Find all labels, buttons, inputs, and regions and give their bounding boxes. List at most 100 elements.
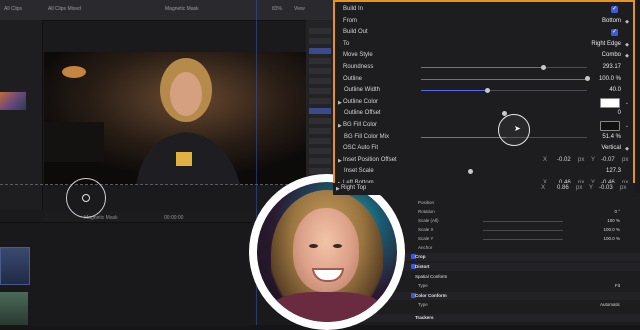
row-inset-scale[interactable]: Inset Scale 127.3 <box>335 166 633 178</box>
bg-fill-color-mix-value[interactable]: 51.4 % <box>602 134 621 140</box>
bg-fill-color-swatch[interactable] <box>600 121 620 131</box>
timeline-clip[interactable] <box>0 292 28 325</box>
timeline[interactable] <box>0 222 252 326</box>
row-outline[interactable]: Outline 100.0 % <box>335 74 633 86</box>
roundness-label: Roundness <box>343 64 374 70</box>
osc-auto-fit-label: OSC Auto Fit <box>343 145 379 152</box>
row-to[interactable]: To Right Edge ◆ <box>335 39 633 51</box>
popup-chevron-icon[interactable]: ◆ <box>625 19 629 25</box>
outline-value[interactable]: 100.0 % <box>599 76 621 82</box>
outline-width-value[interactable]: 40.0 <box>609 87 621 93</box>
effect-item[interactable] <box>309 88 331 94</box>
library-label[interactable]: All Clips <box>4 6 22 12</box>
outline-width-slider-fill <box>421 90 488 92</box>
row-from[interactable]: From Bottom ◆ <box>335 16 633 28</box>
view-menu[interactable]: View <box>294 6 305 12</box>
scale-slider[interactable] <box>483 221 563 222</box>
timeline-clip[interactable] <box>0 247 30 285</box>
roundness-slider-knob[interactable] <box>541 64 547 70</box>
right-top-x[interactable]: 0.86 <box>557 185 569 191</box>
row-build-out[interactable]: Build Out ✓ <box>335 27 633 39</box>
popup-chevron-icon[interactable]: ⌄ <box>625 100 629 106</box>
outline-offset-value[interactable]: 0 <box>618 110 621 116</box>
editor-toolbar: All Clips All Clips Mixed Magnetic Mask … <box>0 0 333 21</box>
row-outline-offset[interactable]: Outline Offset 0 <box>335 108 633 120</box>
build-in-label: Build In <box>343 6 364 12</box>
effect-item[interactable] <box>309 128 331 134</box>
inset-scale-slider-knob[interactable] <box>468 168 474 174</box>
outline-color-swatch[interactable] <box>600 97 620 108</box>
outline-width-slider-knob[interactable] <box>484 87 490 93</box>
popup-chevron-icon[interactable]: ◆ <box>625 53 629 59</box>
effect-item-selected[interactable] <box>309 108 331 114</box>
row-bg-fill-color-mix[interactable]: BG Fill Color Mix 51.4 % <box>335 132 633 144</box>
right-top-y[interactable]: -0.03 <box>599 185 613 191</box>
mouse-pointer-icon: ➤ <box>514 124 521 133</box>
portrait-eye <box>333 244 342 248</box>
build-in-checkbox[interactable]: ✓ <box>611 6 618 13</box>
effect-item-selected[interactable] <box>309 48 331 54</box>
disclosure-triangle-icon[interactable]: ▶ <box>338 123 342 129</box>
effect-item[interactable] <box>309 68 331 74</box>
zoom-level[interactable]: 83% <box>272 6 282 12</box>
roundness-value[interactable]: 293.17 <box>603 64 621 70</box>
popup-chevron-icon[interactable]: ⌄ <box>625 123 629 129</box>
row-roundness[interactable]: Roundness 293.17 <box>335 62 633 74</box>
outline-offset-label: Outline Offset <box>344 110 381 117</box>
disclosure-triangle-icon[interactable]: ▶ <box>336 186 340 192</box>
outline-color-label: Outline Color <box>343 98 379 105</box>
move-style-popup[interactable]: Combo <box>602 52 621 58</box>
effect-item[interactable] <box>309 28 331 34</box>
title-inspector-panel: Build In ✓ From Bottom ◆ Build Out ✓ To … <box>333 0 635 190</box>
roundness-slider-fill <box>421 67 544 68</box>
row-outline-color[interactable]: ▶ Outline Color ⌄ <box>335 97 633 109</box>
right-top-label: Right Top <box>341 185 367 191</box>
inset-offset-y[interactable]: -0.07 <box>601 157 615 163</box>
popup-chevron-icon[interactable]: ◆ <box>625 42 629 48</box>
guide-line <box>0 184 333 185</box>
inset-scale-label: Inset Scale <box>344 168 374 175</box>
disclosure-triangle-icon[interactable]: ▶ <box>338 158 342 164</box>
row-outline-width[interactable]: Outline Width 40.0 <box>335 85 633 97</box>
row-osc-auto-fit[interactable]: OSC Auto Fit Vertical ◆ <box>335 143 633 155</box>
inset-position-offset-label: Inset Position Offset <box>343 156 397 163</box>
effect-item[interactable] <box>309 158 331 164</box>
project-name: Magnetic Mask <box>165 6 199 12</box>
bg-fill-color-mix-label: BG Fill Color Mix <box>344 133 390 140</box>
portrait-shirt <box>271 292 383 322</box>
scale-y-slider[interactable] <box>483 239 563 240</box>
inset-scale-value[interactable]: 127.3 <box>606 168 621 174</box>
presenter-portrait <box>257 182 397 322</box>
row-move-style[interactable]: Move Style Combo ◆ <box>335 50 633 62</box>
disclosure-triangle-icon[interactable]: ▶ <box>338 100 342 106</box>
viewer-frame-illustration <box>44 52 306 185</box>
effect-item[interactable] <box>309 78 331 84</box>
timecode: 00:00:00 <box>164 215 184 221</box>
click-indicator-dot <box>82 194 90 202</box>
outline-slider-knob[interactable] <box>584 76 590 82</box>
effect-item[interactable] <box>309 98 331 104</box>
row-build-in[interactable]: Build In ✓ <box>335 4 633 16</box>
osc-auto-fit-popup[interactable]: Vertical <box>601 145 621 151</box>
effect-item[interactable] <box>309 118 331 124</box>
effect-item[interactable] <box>309 148 331 154</box>
from-popup[interactable]: Bottom <box>602 18 621 24</box>
to-label: To <box>343 40 350 47</box>
browser-clip-thumbnail[interactable] <box>0 92 26 110</box>
build-out-checkbox[interactable]: ✓ <box>611 29 618 37</box>
inset-offset-x[interactable]: -0.02 <box>557 157 571 163</box>
clip-filter-label[interactable]: All Clips Mixed <box>48 6 81 12</box>
row-inset-position-offset[interactable]: ▶ Inset Position Offset X -0.02 px Y -0.… <box>335 155 633 167</box>
browser-sidebar <box>0 20 43 210</box>
outline-slider-fill <box>421 78 587 80</box>
scale-x-slider[interactable] <box>483 230 563 231</box>
effect-item[interactable] <box>309 58 331 64</box>
to-popup[interactable]: Right Edge <box>591 41 621 47</box>
effect-item[interactable] <box>309 38 331 44</box>
popup-chevron-icon[interactable]: ◆ <box>625 146 629 152</box>
outline-label: Outline <box>343 75 363 82</box>
video-viewer <box>44 52 306 185</box>
effect-item[interactable] <box>309 138 331 144</box>
row-bg-fill-color[interactable]: ▶ BG Fill Color ⌄ <box>335 120 633 132</box>
row-right-top[interactable]: ▶ Right Top X 0.86 px Y -0.03 px <box>333 183 635 195</box>
